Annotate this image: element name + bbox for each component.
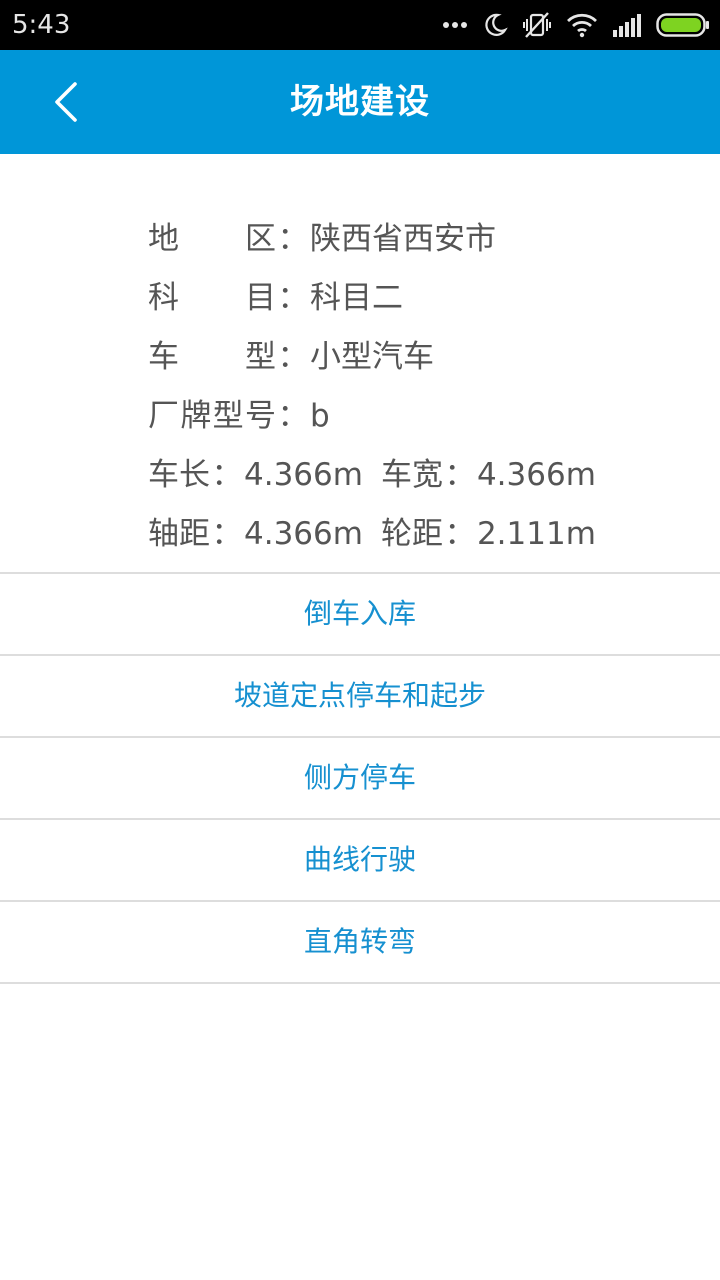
wheelbase-label: 轴距	[148, 516, 210, 552]
subject-label: 科目	[148, 280, 276, 316]
width-value: 4.366m	[476, 457, 596, 493]
region-label: 地区	[148, 221, 276, 257]
menu-item-hill-start[interactable]: 坡道定点停车和起步	[0, 656, 720, 738]
track-value: 2.111m	[476, 516, 596, 552]
separator: ：	[277, 398, 309, 434]
title-bar: 场地建设	[0, 50, 720, 154]
exam-item-menu: 倒车入库 坡道定点停车和起步 侧方停车 曲线行驶 直角转弯	[0, 572, 720, 984]
status-icons	[442, 8, 710, 42]
length-value: 4.366m	[244, 457, 363, 493]
signal-icon	[613, 14, 641, 37]
separator: ：	[211, 516, 243, 552]
page-title: 场地建设	[290, 82, 430, 122]
separator: ：	[277, 221, 309, 257]
menu-item-parallel-parking[interactable]: 侧方停车	[0, 738, 720, 820]
model-label: 厂牌型号	[148, 398, 276, 434]
back-button[interactable]	[36, 72, 96, 132]
menu-item-reverse-parking[interactable]: 倒车入库	[0, 574, 720, 656]
moon-icon	[485, 13, 508, 36]
model-value: b	[310, 398, 330, 434]
track-label: 轮距	[380, 516, 443, 552]
region-value: 陕西省西安市	[310, 221, 496, 257]
separator: ：	[277, 339, 309, 375]
vibrate-off-icon	[523, 12, 551, 38]
vehicle-type-label: 车型	[148, 339, 276, 375]
info-row-region: 地区：陕西省西安市	[148, 210, 708, 269]
length-label: 车长	[148, 457, 210, 493]
separator: ：	[444, 457, 476, 493]
menu-item-right-angle-turn[interactable]: 直角转弯	[0, 902, 720, 984]
status-time: 5:43	[12, 10, 71, 40]
wifi-icon	[567, 13, 597, 38]
separator: ：	[211, 457, 243, 493]
vehicle-type-value: 小型汽车	[310, 339, 434, 375]
info-row-vehicle-type: 车型：小型汽车	[148, 328, 708, 387]
info-row-model: 厂牌型号：b	[148, 387, 708, 446]
vehicle-info: 地区：陕西省西安市 科目：科目二 车型：小型汽车 厂牌型号：b 车长：4.366…	[148, 210, 708, 564]
info-row-dimensions: 车长：4.366m 车宽：4.366m	[148, 446, 708, 505]
wheelbase-value: 4.366m	[244, 516, 363, 552]
more-dots-icon	[443, 22, 467, 28]
width-label: 车宽	[380, 457, 443, 493]
subject-value: 科目二	[310, 280, 403, 316]
info-row-subject: 科目：科目二	[148, 269, 708, 328]
menu-item-curve-driving[interactable]: 曲线行驶	[0, 820, 720, 902]
separator: ：	[277, 280, 309, 316]
info-row-axles: 轴距：4.366m 轮距：2.111m	[148, 505, 708, 564]
battery-icon	[656, 13, 709, 37]
separator: ：	[444, 516, 476, 552]
chevron-left-icon	[55, 82, 77, 122]
status-bar: 5:43	[0, 0, 720, 50]
